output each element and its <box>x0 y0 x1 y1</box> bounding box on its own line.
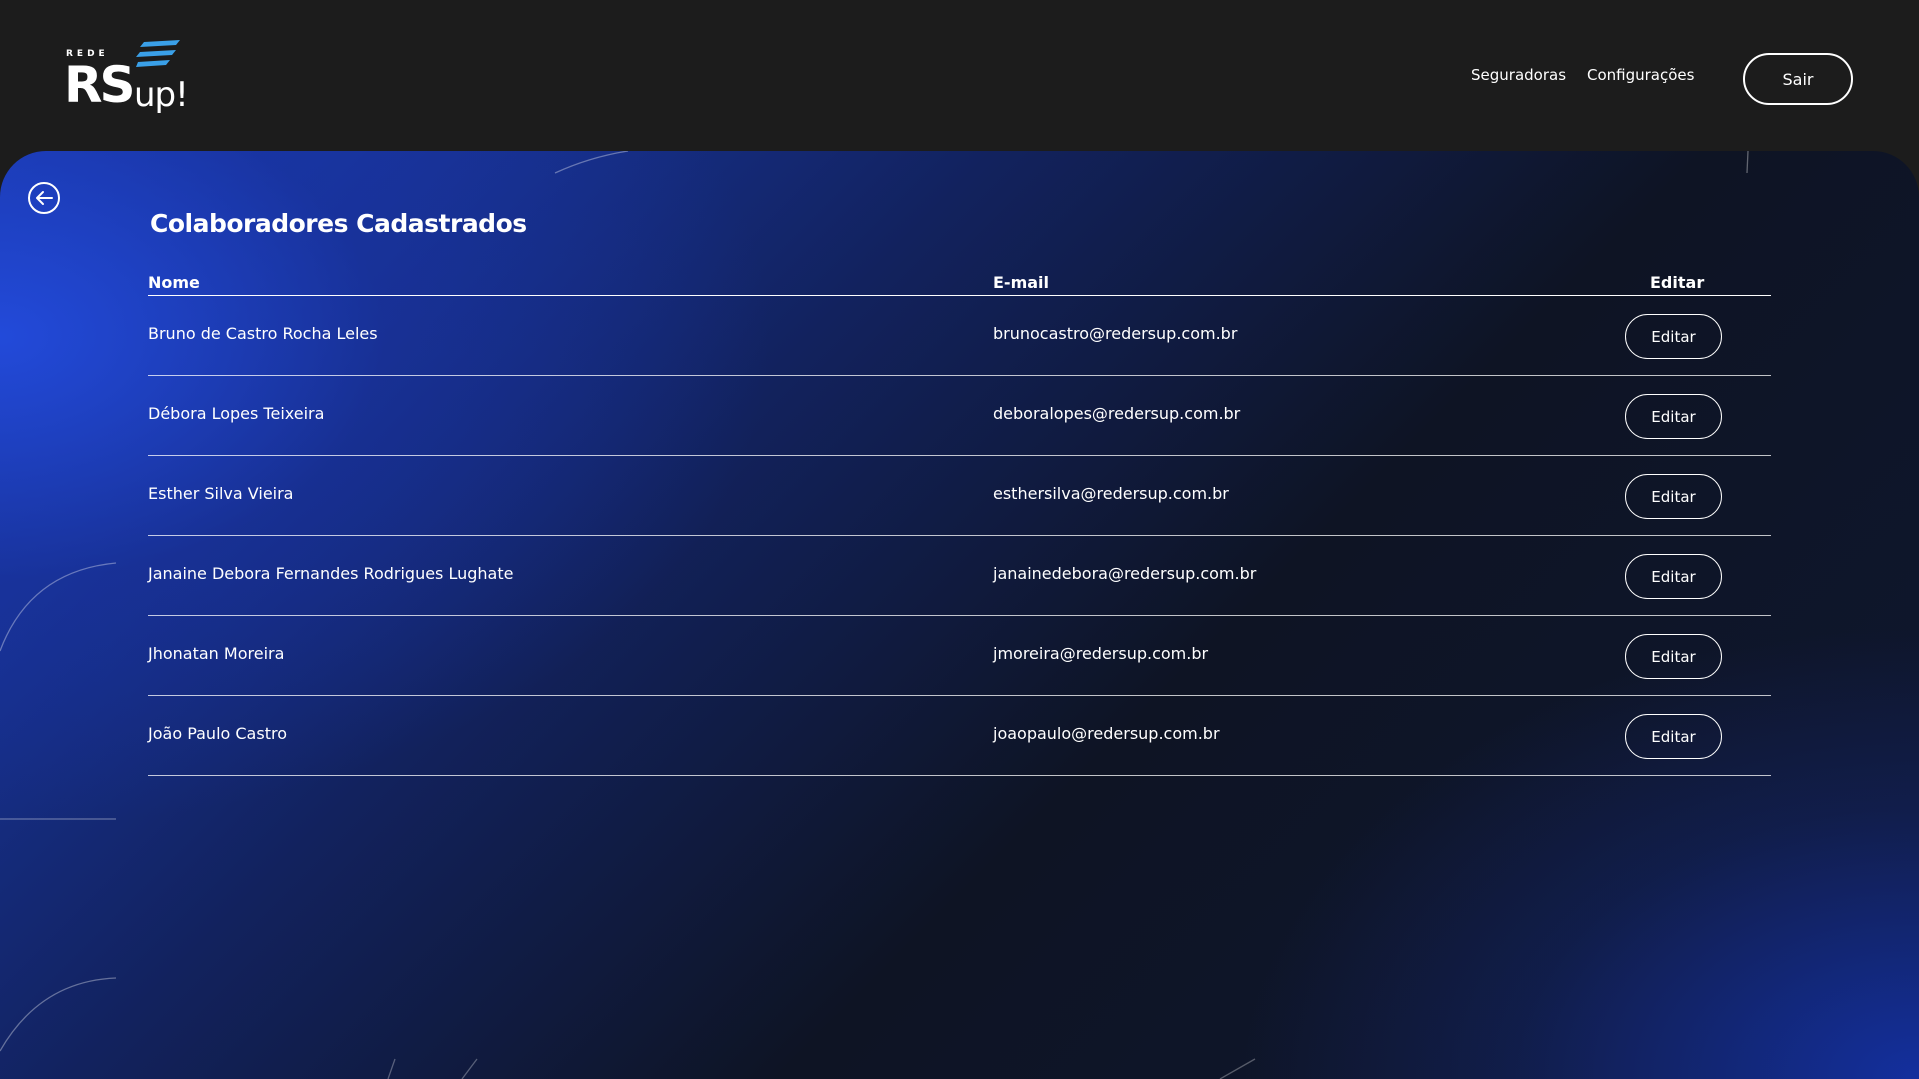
row-email: esthersilva@redersup.com.br <box>993 484 1229 503</box>
logout-button[interactable]: Sair <box>1743 53 1853 105</box>
column-header-name: Nome <box>148 273 200 292</box>
edit-button[interactable]: Editar <box>1625 554 1722 599</box>
row-email: janainedebora@redersup.com.br <box>993 564 1257 583</box>
nav-seguradoras[interactable]: Seguradoras <box>1471 66 1566 94</box>
table-header: Nome E-mail Editar <box>148 271 1771 296</box>
logo-up-text: up! <box>134 75 189 115</box>
edit-button[interactable]: Editar <box>1625 314 1722 359</box>
row-email: joaopaulo@redersup.com.br <box>993 724 1220 743</box>
top-header: REDE RS up! Seguradoras Configurações Sa… <box>0 0 1919 151</box>
row-name: João Paulo Castro <box>148 724 287 743</box>
back-arrow-icon[interactable] <box>27 181 61 215</box>
row-name: Jhonatan Moreira <box>148 644 285 663</box>
table-row: Jhonatan Moreira jmoreira@redersup.com.b… <box>148 616 1771 696</box>
row-name: Débora Lopes Teixeira <box>148 404 325 423</box>
table-row: Débora Lopes Teixeira deboralopes@reders… <box>148 376 1771 456</box>
main-panel: Colaboradores Cadastrados Nome E-mail Ed… <box>0 151 1919 1079</box>
logo-rs-text: RS <box>64 56 135 114</box>
logo-stripes-icon <box>136 40 180 67</box>
table-row: Bruno de Castro Rocha Leles brunocastro@… <box>148 296 1771 376</box>
edit-button[interactable]: Editar <box>1625 474 1722 519</box>
row-name: Esther Silva Vieira <box>148 484 294 503</box>
brand-logo[interactable]: REDE RS up! <box>64 38 194 124</box>
collaborators-table: Nome E-mail Editar Bruno de Castro Rocha… <box>148 271 1771 776</box>
column-header-email: E-mail <box>993 273 1050 292</box>
row-email: jmoreira@redersup.com.br <box>993 644 1209 663</box>
edit-button[interactable]: Editar <box>1625 634 1722 679</box>
row-email: deboralopes@redersup.com.br <box>993 404 1241 423</box>
table-row: João Paulo Castro joaopaulo@redersup.com… <box>148 696 1771 776</box>
row-name: Janaine Debora Fernandes Rodrigues Lugha… <box>148 564 514 583</box>
row-email: brunocastro@redersup.com.br <box>993 324 1238 343</box>
row-name: Bruno de Castro Rocha Leles <box>148 324 378 343</box>
nav-configuracoes[interactable]: Configurações <box>1587 66 1694 94</box>
table-row: Esther Silva Vieira esthersilva@redersup… <box>148 456 1771 536</box>
column-header-edit: Editar <box>1650 273 1705 292</box>
edit-button[interactable]: Editar <box>1625 714 1722 759</box>
table-row: Janaine Debora Fernandes Rodrigues Lugha… <box>148 536 1771 616</box>
page-title: Colaboradores Cadastrados <box>150 209 527 238</box>
edit-button[interactable]: Editar <box>1625 394 1722 439</box>
